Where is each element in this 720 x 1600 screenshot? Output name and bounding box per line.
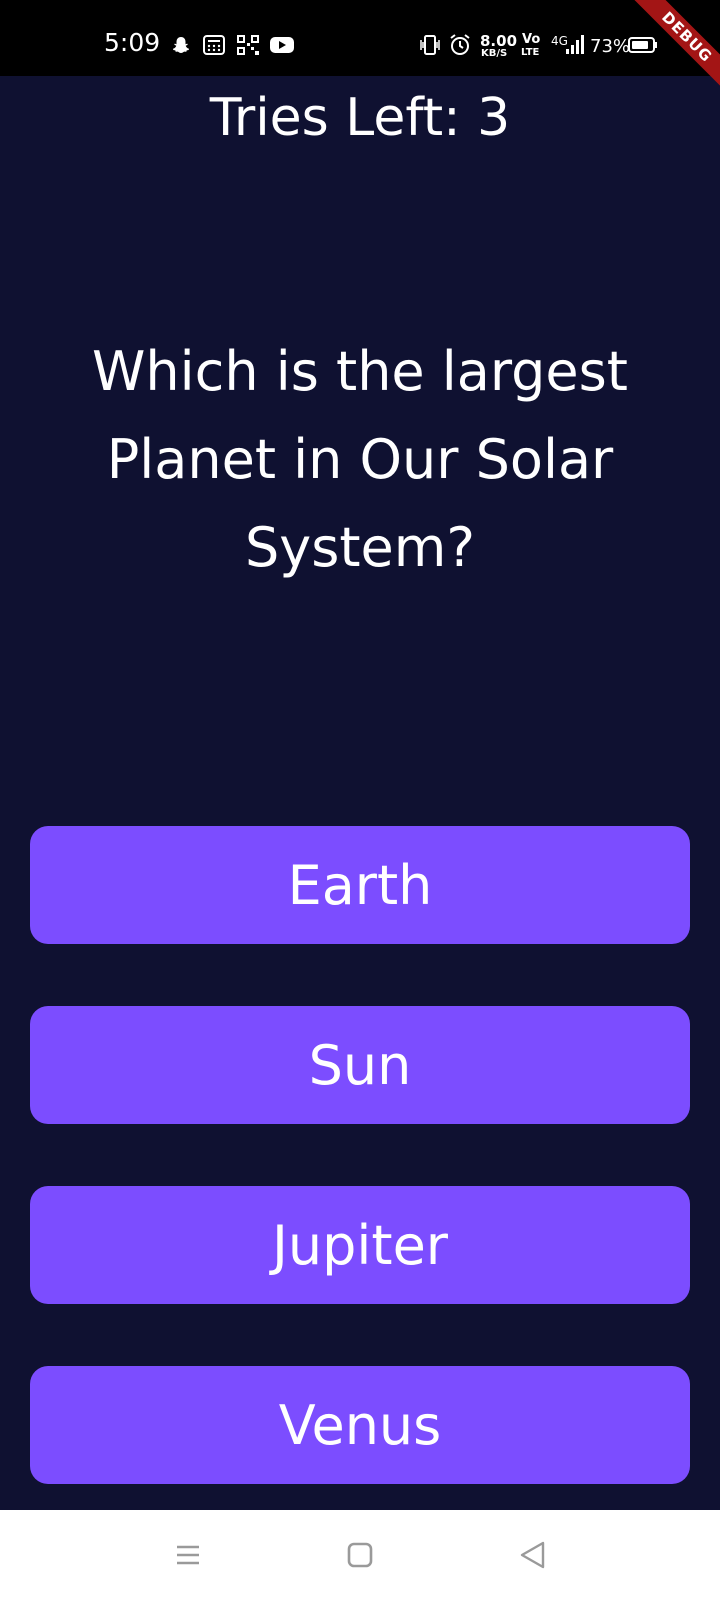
vibrate-icon [418,34,442,56]
battery-percent: 73% [590,36,631,57]
tries-left-label: Tries Left: 3 [209,88,511,148]
menu-icon[interactable] [163,1530,213,1580]
signal-icon [564,34,586,56]
answer-button-jupiter[interactable]: Jupiter [30,1186,690,1304]
net-speed-unit: KB/S [481,48,508,59]
volte-bottom: LTE [521,47,540,58]
answer-button-venus[interactable]: Venus [30,1366,690,1484]
answer-button-sun[interactable]: Sun [30,1006,690,1124]
status-bar: 5:09 8.00 KB/S Vo LTE 4G 73% DEBUG [0,0,720,112]
youtube-icon [268,34,296,56]
battery-icon [628,34,658,56]
back-icon[interactable] [507,1530,557,1580]
snapchat-icon [170,34,192,56]
alarm-icon [448,34,472,56]
qr-scan-icon [236,34,260,56]
answer-button-earth[interactable]: Earth [30,826,690,944]
calculator-icon [203,34,225,56]
question-text: Which is the largest Planet in Our Solar… [92,340,628,579]
volte-top: Vo [522,32,541,47]
status-time: 5:09 [104,28,161,57]
home-icon[interactable] [335,1530,385,1580]
navigation-bar [0,1510,720,1600]
